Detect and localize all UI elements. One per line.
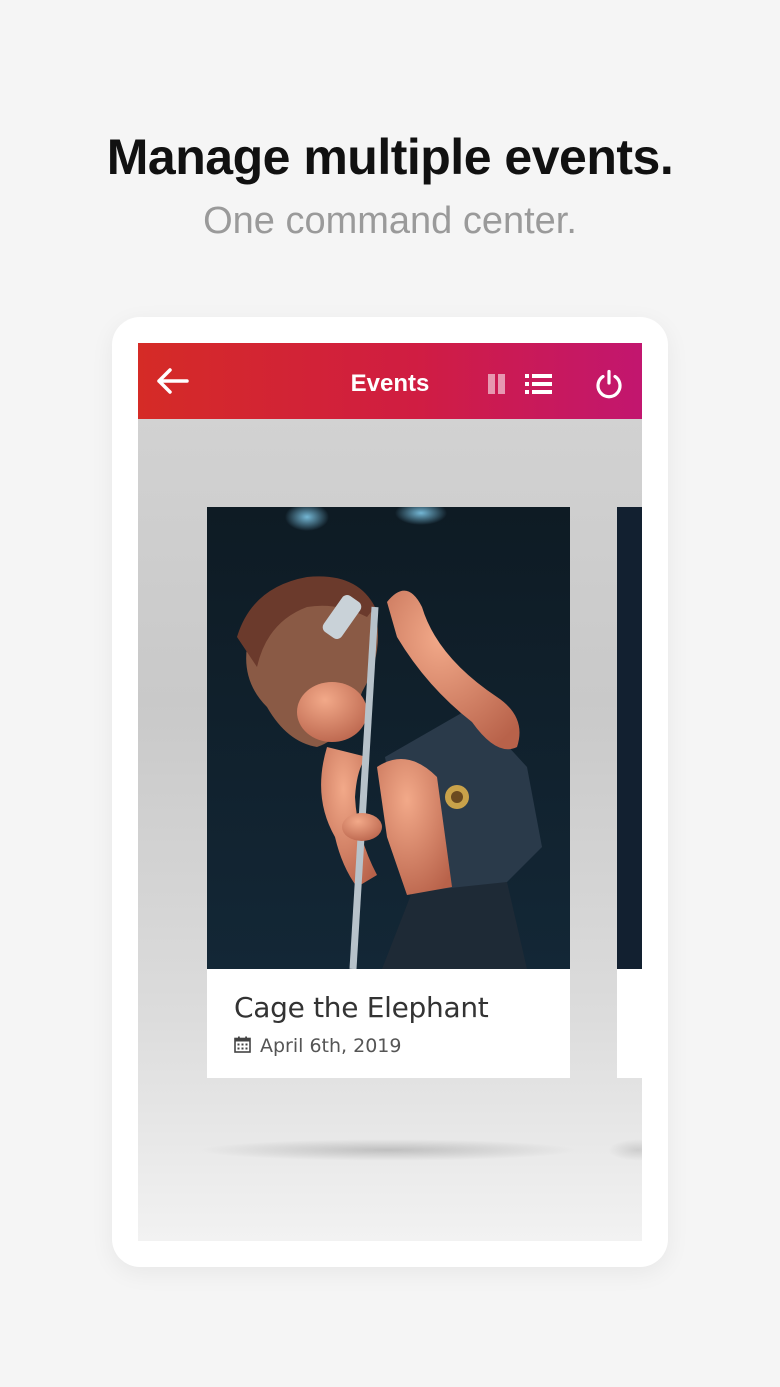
calendar-icon: [234, 1036, 251, 1053]
card-shadow-next: [608, 1139, 642, 1161]
promo-headline: Manage multiple events.: [106, 129, 674, 185]
event-photo: [207, 507, 570, 969]
appbar-title: Events: [350, 370, 430, 397]
app-bar: Events: [138, 343, 642, 419]
grid-view-icon: [488, 374, 505, 394]
card-shadow: [198, 1139, 578, 1161]
concert-photo: [207, 507, 570, 969]
event-title: Cage the Elephant: [234, 991, 489, 1024]
event-card-next[interactable]: [617, 507, 642, 1078]
list-view-button[interactable]: [524, 372, 554, 396]
app-screen: Events Cage the Elephant April 6th, 2019: [138, 343, 642, 1241]
grid-view-button[interactable]: [486, 373, 508, 395]
list-view-icon: [525, 374, 552, 394]
event-date: April 6th, 2019: [260, 1035, 402, 1057]
power-icon: [596, 369, 622, 399]
event-photo-next: [617, 507, 642, 969]
event-card[interactable]: Cage the Elephant April 6th, 2019: [207, 507, 570, 1078]
power-button[interactable]: [594, 369, 624, 399]
promo-subline: One command center.: [203, 200, 577, 242]
event-carousel[interactable]: Cage the Elephant April 6th, 2019: [138, 419, 642, 1241]
